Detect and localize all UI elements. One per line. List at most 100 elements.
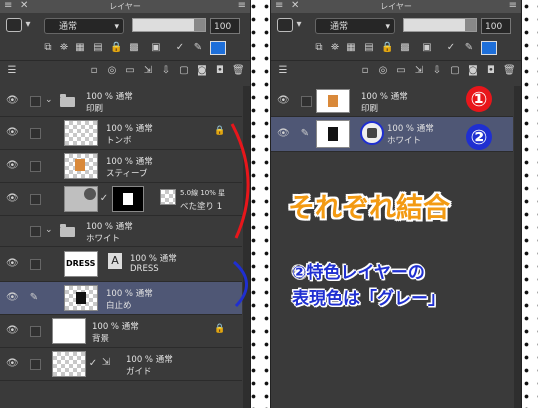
layer-dress[interactable]: 👁 DRESS A 100 % 通常 DRESS	[0, 247, 242, 282]
layer-check[interactable]	[30, 96, 41, 107]
character-icon	[75, 159, 85, 171]
new-vector-icon[interactable]: ◎	[377, 65, 389, 77]
layer-check[interactable]	[30, 259, 41, 270]
ref-icon[interactable]: ⛯	[58, 42, 70, 54]
mask-add-icon[interactable]: ◙	[196, 65, 208, 77]
new-raster-icon[interactable]: ▫	[359, 65, 371, 77]
palette-icon[interactable]: ▣	[421, 42, 433, 54]
layer-check[interactable]	[30, 326, 41, 337]
opacity-slider[interactable]	[403, 18, 477, 32]
apply-mask-icon[interactable]: ◘	[485, 65, 497, 77]
layer-check[interactable]	[30, 128, 41, 139]
eye-icon[interactable]: 👁	[6, 325, 19, 337]
apply-mask-icon[interactable]: ◘	[214, 65, 226, 77]
new-vector-icon[interactable]: ◎	[106, 65, 118, 77]
lock-icon[interactable]: 🔒	[110, 42, 122, 54]
eye-icon[interactable]: 👁	[277, 128, 290, 140]
layer-thumbnail	[64, 120, 98, 146]
panel-title: レイヤー	[380, 2, 412, 11]
mask-thumbnail	[112, 186, 144, 212]
layer-tombo[interactable]: 👁 100 % 通常 トンボ 🔒	[0, 117, 242, 150]
eye-icon[interactable]: 👁	[6, 160, 19, 172]
layer-background[interactable]: 👁 100 % 通常 背景 🔒	[0, 315, 242, 348]
ref-icon[interactable]: ⛯	[329, 42, 341, 54]
blend-mode-select[interactable]: 通常 ▾	[315, 18, 395, 34]
alpha-lock-icon[interactable]: ▩	[128, 42, 140, 54]
layer-check[interactable]	[30, 359, 41, 370]
alpha-lock-icon[interactable]: ▩	[399, 42, 411, 54]
scrollbar[interactable]	[243, 86, 250, 408]
pencil-icon[interactable]: ✎	[192, 42, 204, 54]
menu-icon[interactable]: ≡	[238, 0, 246, 11]
layer-options-toolbar: ⧉ ⛯ ▦ ▤ 🔒 ▩ ▣ ✓ ✎	[0, 38, 250, 58]
chevron-down-icon[interactable]: ⌄	[45, 95, 53, 105]
chevron-down-icon[interactable]: ▾	[22, 19, 34, 31]
scrollbar[interactable]	[514, 86, 521, 408]
layer-check[interactable]	[30, 194, 41, 205]
transfer-icon[interactable]: ⇲	[142, 65, 154, 77]
panel-title: レイヤー	[109, 2, 141, 11]
blend-mode-select[interactable]: 通常 ▾	[44, 18, 124, 34]
trash-icon[interactable]: 🗑	[503, 65, 516, 77]
note-line-1: ②特色レイヤーの	[292, 263, 425, 283]
opacity-value[interactable]: 100	[210, 18, 240, 34]
layer-folder-print[interactable]: 👁 ⌄ 100 % 通常 印刷	[0, 86, 242, 117]
layer-color-swatch[interactable]	[210, 41, 226, 55]
pencil-icon: ✎	[300, 128, 310, 139]
layer-property-box[interactable]	[277, 18, 293, 32]
palette-icon[interactable]: ▣	[150, 42, 162, 54]
lock-icon[interactable]: 🔒	[381, 42, 393, 54]
layer-guide[interactable]: 👁 ✓ ⇲ 100 % 通常 ガイド	[0, 348, 242, 381]
layer-list-icon[interactable]: ☰	[6, 65, 18, 77]
link-icon: ✓	[88, 358, 98, 369]
layer-folder-white[interactable]: ⌄ 100 % 通常 ホワイト	[0, 216, 242, 247]
panel-titlebar: ≡ ✕ レイヤー ≡	[271, 0, 521, 13]
draft-icon[interactable]: ▦	[74, 42, 86, 54]
eye-icon[interactable]: 👁	[6, 127, 19, 139]
layer-check[interactable]	[30, 226, 41, 237]
layer-check[interactable]	[30, 161, 41, 172]
clip-icon[interactable]: ⧉	[42, 42, 54, 54]
mask-add-icon[interactable]: ◙	[467, 65, 479, 77]
eye-icon[interactable]: 👁	[6, 95, 19, 107]
layer-property-box[interactable]	[6, 18, 22, 32]
mask-icon[interactable]: ▤	[363, 42, 375, 54]
note-line-2: 表現色は「グレー」	[292, 289, 445, 309]
new-folder-icon[interactable]: ▭	[395, 65, 407, 77]
eye-icon[interactable]: 👁	[277, 95, 290, 107]
color-check-icon[interactable]: ✓	[445, 42, 457, 54]
new-folder-icon[interactable]: ▭	[124, 65, 136, 77]
merge-icon[interactable]: ⇩	[160, 65, 172, 77]
layer-white-stop[interactable]: 👁 ✎ 100 % 通常 白止め	[0, 282, 242, 315]
layer-fill[interactable]: 👁 ✓ 5.0線 10% 星 べた塗り 1	[0, 183, 242, 216]
lock-icon: 🔒	[214, 324, 226, 334]
chevron-down-icon[interactable]: ▾	[293, 19, 305, 31]
opacity-value[interactable]: 100	[481, 18, 511, 34]
color-check-icon[interactable]: ✓	[174, 42, 186, 54]
eye-icon[interactable]: 👁	[6, 358, 19, 370]
layer-steve[interactable]: 👁 100 % 通常 スティーブ	[0, 150, 242, 183]
transfer-icon[interactable]: ⇲	[413, 65, 425, 77]
draft-icon[interactable]: ▦	[345, 42, 357, 54]
chevron-down-icon[interactable]: ⌄	[45, 225, 53, 235]
eye-icon[interactable]: 👁	[6, 193, 19, 205]
lock-icon: 🔒	[214, 126, 226, 136]
mask-icon[interactable]: ▤	[92, 42, 104, 54]
merge-icon[interactable]: ⇩	[431, 65, 443, 77]
pencil-icon: ✎	[29, 292, 39, 303]
layer-color-swatch[interactable]	[481, 41, 497, 55]
clip-icon[interactable]: ⧉	[313, 42, 325, 54]
pencil-icon[interactable]: ✎	[463, 42, 475, 54]
folder-icon	[60, 94, 75, 107]
layer-list-icon[interactable]: ☰	[277, 65, 289, 77]
eye-icon[interactable]: 👁	[6, 258, 19, 270]
new-raster-icon[interactable]: ▫	[88, 65, 100, 77]
panel-titlebar: ≡ ✕ レイヤー ≡	[0, 0, 250, 13]
layer-check[interactable]	[301, 96, 312, 107]
opacity-slider[interactable]	[132, 18, 206, 32]
eye-icon[interactable]: 👁	[6, 292, 19, 304]
trash-icon[interactable]: 🗑	[232, 65, 245, 77]
copy-icon[interactable]: ▢	[449, 65, 461, 77]
copy-icon[interactable]: ▢	[178, 65, 190, 77]
menu-icon[interactable]: ≡	[509, 0, 517, 11]
